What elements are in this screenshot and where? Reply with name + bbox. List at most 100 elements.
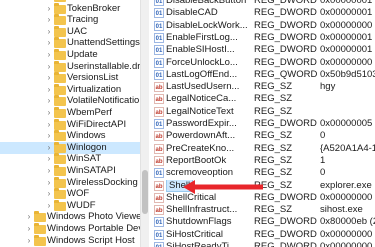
chevron-right-icon[interactable]: › bbox=[44, 26, 54, 38]
value-type: REG_DWORD bbox=[254, 31, 317, 43]
chevron-right-icon[interactable]: › bbox=[44, 165, 54, 177]
value-row[interactable]: 01SiHostReadyTi... REG_DWORD0x00000000 (0… bbox=[150, 241, 375, 247]
chevron-right-icon[interactable]: › bbox=[44, 61, 54, 73]
binary-value-icon: 01 bbox=[154, 217, 164, 228]
folder-icon bbox=[54, 153, 66, 165]
registry-key-tree[interactable]: ›TimeZones›TokenBroker›Tracing›UAC›Unatt… bbox=[0, 0, 140, 247]
value-data: hgy bbox=[320, 81, 336, 93]
tree-item-label: Windows Photo Viewer bbox=[47, 211, 140, 223]
value-name: ReportBootOk bbox=[166, 155, 254, 167]
value-data: 0x50b9d51038 (3467151 bbox=[320, 68, 375, 80]
tree-item-label: TokenBroker bbox=[67, 2, 121, 14]
value-data: 0x00000001 (1) bbox=[320, 7, 375, 19]
tree-item[interactable]: › Update bbox=[0, 49, 140, 61]
chevron-right-icon[interactable]: › bbox=[44, 3, 54, 15]
folder-icon bbox=[34, 211, 46, 223]
value-row[interactable]: ab LegalNoticeCa... REG_SZ bbox=[150, 93, 375, 105]
chevron-right-icon[interactable]: › bbox=[44, 84, 54, 96]
tree-item[interactable]: › Winlogon bbox=[0, 141, 140, 154]
tree-item[interactable]: › Windows Photo Viewer bbox=[0, 211, 140, 223]
value-row[interactable]: 01SiHostCritical REG_DWORD0x00000000 (0) bbox=[150, 229, 375, 241]
tree-item[interactable]: › WirelessDocking bbox=[0, 176, 140, 189]
tree-item[interactable]: › UnattendSettings bbox=[0, 37, 140, 49]
chevron-right-icon[interactable]: › bbox=[44, 14, 54, 26]
value-row[interactable]: 01EnableFirstLog... REG_DWORD0x00000001 (… bbox=[150, 32, 375, 44]
value-name: DisableBackButton bbox=[166, 0, 254, 7]
value-name: EnableSIHostI... bbox=[166, 44, 254, 56]
value-row[interactable]: 01ShutdownFlags REG_DWORD0x80000eb (21474… bbox=[150, 216, 375, 228]
tree-item[interactable]: › TokenBroker bbox=[0, 2, 140, 15]
value-row[interactable]: 01 scremoveoption REG_SZ 0 bbox=[150, 167, 375, 179]
string-value-icon: ab bbox=[154, 180, 164, 191]
chevron-right-icon[interactable]: › bbox=[24, 223, 34, 235]
chevron-right-icon[interactable]: › bbox=[44, 119, 54, 131]
value-row[interactable]: ab LegalNoticeText REG_SZ bbox=[150, 106, 375, 118]
chevron-right-icon[interactable]: › bbox=[44, 177, 54, 189]
tree-item[interactable]: › Userinstallable.drivers bbox=[0, 60, 140, 73]
tree-item[interactable]: › Virtualization bbox=[0, 83, 140, 96]
string-value-icon: ab bbox=[154, 143, 164, 154]
value-name-text: DisableLockWork... bbox=[166, 19, 248, 31]
tree-item[interactable]: › WbemPerf bbox=[0, 107, 140, 119]
tree-item[interactable]: › WOF bbox=[0, 188, 140, 200]
value-name-text: ShellInfrastruct... bbox=[166, 204, 238, 216]
folder-icon bbox=[54, 130, 66, 142]
binary-value-icon: 01 bbox=[154, 119, 164, 129]
value-row[interactable]: 01 DisableLockWork... REG_DWORD 0x00000000 … bbox=[150, 20, 375, 32]
chevron-right-icon[interactable]: › bbox=[44, 200, 54, 212]
tree-item[interactable]: › Windows bbox=[0, 130, 140, 142]
value-row[interactable]: 01DisableCAD REG_DWORD0x00000001 (1) bbox=[150, 7, 375, 19]
tree-scrollbar-thumb[interactable] bbox=[142, 170, 148, 214]
folder-icon bbox=[54, 49, 66, 60]
chevron-right-icon[interactable]: › bbox=[44, 188, 54, 200]
value-row[interactable]: ab ShellInfrastruct... REG_SZ sihost.exe bbox=[150, 204, 375, 216]
folder-icon bbox=[54, 72, 66, 84]
value-data: sihost.exe bbox=[320, 204, 363, 216]
chevron-right-icon[interactable]: › bbox=[44, 95, 54, 107]
value-row[interactable]: ab ReportBootOk REG_SZ 1 bbox=[150, 155, 375, 167]
value-row[interactable]: 01DisableBackButton REG_DWORD0x00000001 (… bbox=[150, 0, 375, 7]
value-row[interactable]: ab PowerdownAft... REG_SZ 0 bbox=[150, 130, 375, 142]
chevron-right-icon[interactable]: › bbox=[24, 211, 34, 223]
tree-scrollbar[interactable] bbox=[140, 0, 149, 247]
value-data: 0 bbox=[320, 130, 326, 142]
value-row[interactable]: ab LastUsedUsern... REG_SZ hgy bbox=[150, 81, 375, 93]
binary-value-icon: 01 bbox=[154, 242, 164, 247]
value-type: REG_DWORD bbox=[254, 228, 317, 240]
registry-values-list[interactable]: 01DisableBackButtonREG_DWORD0x00000001 (… bbox=[150, 0, 375, 247]
tree-item[interactable]: › WinSAT bbox=[0, 153, 140, 165]
folder-icon bbox=[54, 141, 66, 153]
value-name: ShellInfrastruct... bbox=[166, 204, 254, 216]
value-data: 0x00000000 (0) bbox=[320, 191, 375, 203]
tree-item[interactable]: › WUDF bbox=[0, 199, 140, 212]
value-type: REG_SZ bbox=[254, 167, 293, 179]
value-name: SiHostReadyTi... bbox=[166, 241, 254, 247]
tree-item[interactable]: › VolatileNotifications bbox=[0, 95, 140, 107]
value-data: 0x00000000 (0) bbox=[320, 19, 375, 31]
tree-item[interactable]: › Windows Script Host bbox=[0, 234, 140, 247]
chevron-right-icon[interactable]: › bbox=[24, 235, 34, 247]
tree-item[interactable]: › Tracing bbox=[0, 14, 140, 26]
chevron-right-icon[interactable]: › bbox=[44, 49, 54, 61]
tree-item[interactable]: › Windows Portable Devices bbox=[0, 223, 140, 235]
chevron-right-icon[interactable]: › bbox=[44, 130, 54, 142]
value-row[interactable]: 01EnableSIHostI... REG_DWORD0x00000001 (1… bbox=[150, 44, 375, 56]
chevron-right-icon[interactable]: › bbox=[44, 107, 54, 119]
value-row[interactable]: 01ForceUnlockLo... REG_DWORD0x00000000 (0… bbox=[150, 57, 375, 69]
value-row[interactable]: 01PasswordExpir... REG_DWORD0x00000005 (5… bbox=[150, 118, 375, 130]
chevron-right-icon[interactable]: › bbox=[44, 142, 54, 154]
chevron-right-icon[interactable]: › bbox=[44, 37, 54, 49]
value-row[interactable]: 01LastLogOffEnd... REG_QWORD0x50b9d51038 … bbox=[150, 69, 375, 81]
value-row[interactable]: abPreCreateKno... REG_SZ {A520A1A4-1780-4F… bbox=[150, 143, 375, 155]
chevron-right-icon[interactable]: › bbox=[44, 153, 54, 165]
tree-item[interactable]: › WiFiDirectAPI bbox=[0, 118, 140, 131]
tree-item[interactable]: › VersionsList bbox=[0, 72, 140, 84]
tree-item-label: VersionsList bbox=[67, 72, 119, 84]
folder-icon bbox=[54, 188, 66, 200]
value-type: REG_QWORD bbox=[254, 68, 318, 80]
tree-item[interactable]: › UAC bbox=[0, 25, 140, 38]
value-type: REG_SZ bbox=[254, 154, 293, 166]
tree-item-label: Windows Portable Devices bbox=[47, 223, 140, 234]
tree-item[interactable]: › WinSATAPI bbox=[0, 165, 140, 177]
chevron-right-icon[interactable]: › bbox=[44, 72, 54, 84]
